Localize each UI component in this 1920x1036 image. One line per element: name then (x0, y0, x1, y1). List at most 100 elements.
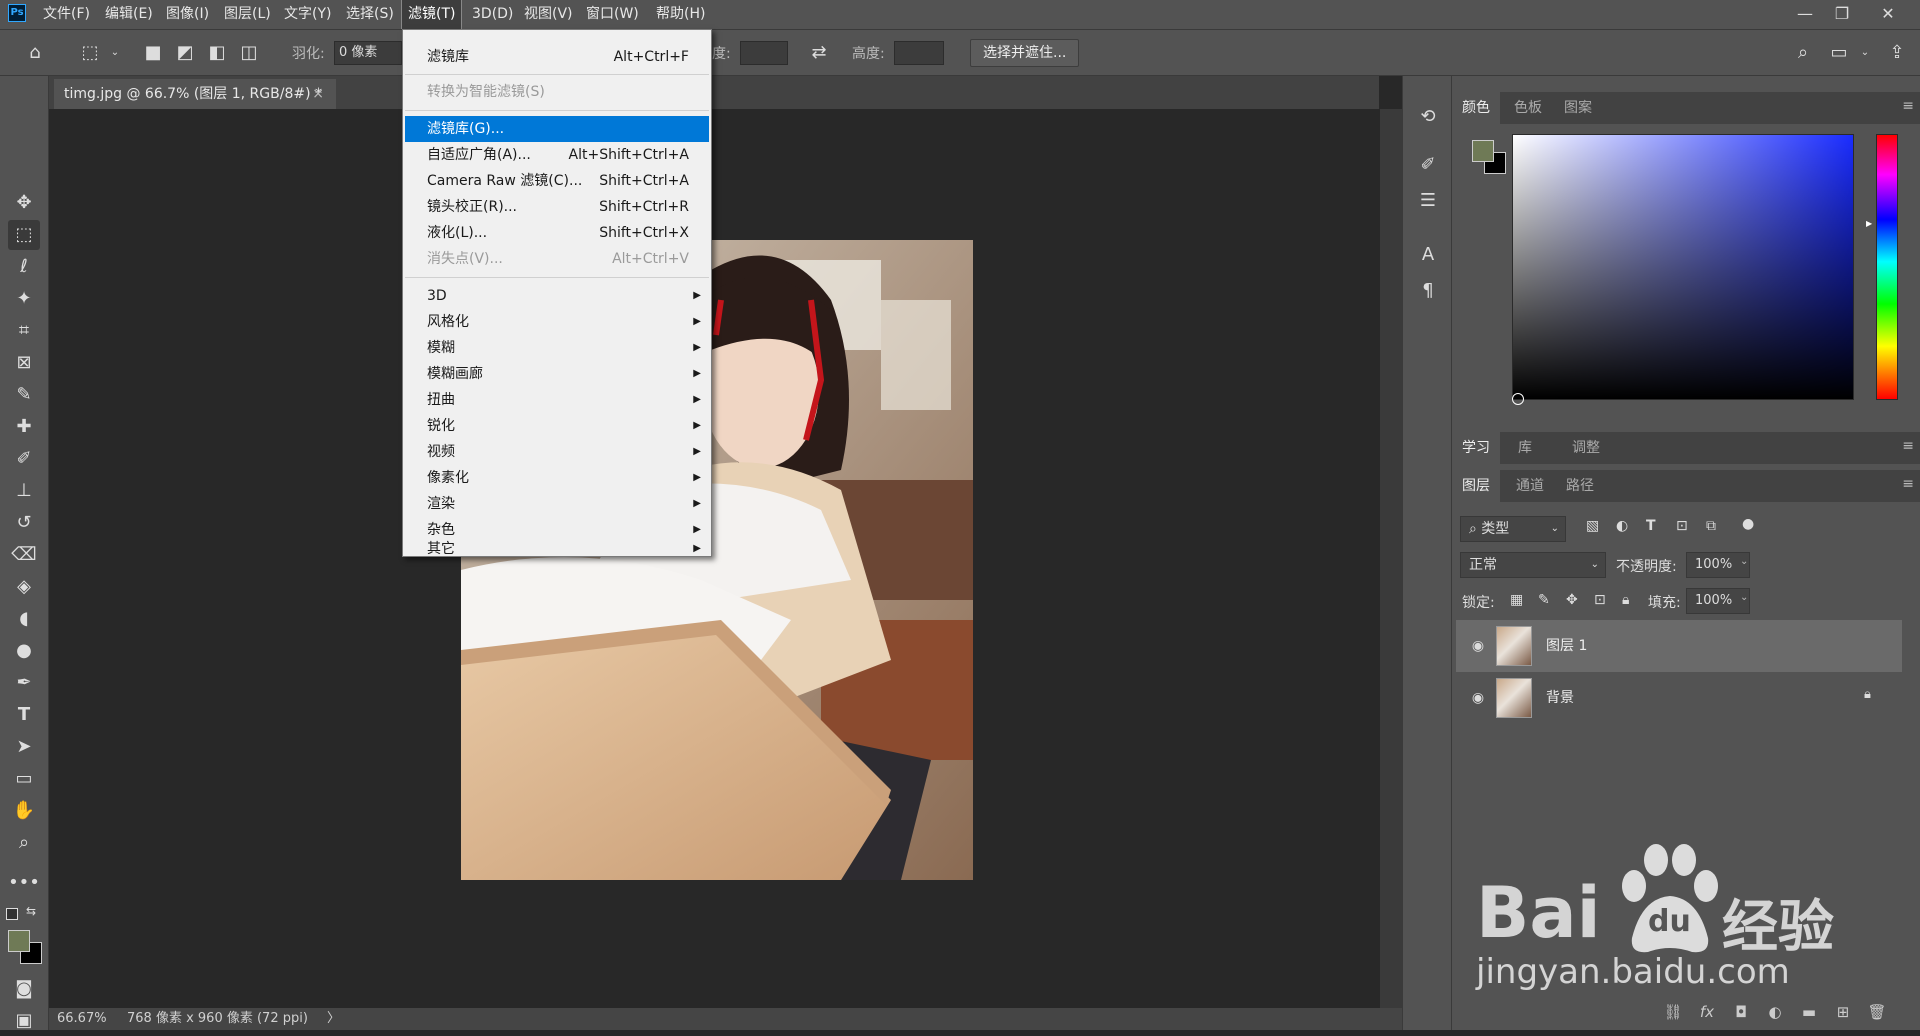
menu-filter[interactable]: 滤镜(T) (400, 0, 463, 30)
menu-image[interactable]: 图像(I) (160, 0, 215, 29)
lock-pixels-icon[interactable]: ✎ (1538, 592, 1550, 608)
lock-transparent-icon[interactable]: ▦ (1510, 592, 1523, 608)
hue-slider-handle-icon[interactable]: ▶ (1866, 219, 1872, 228)
swap-icon[interactable]: ⇄ (808, 42, 830, 64)
tab-libraries[interactable]: 库 (1508, 432, 1542, 464)
submenu-3d[interactable]: 3D ▶ (405, 283, 709, 309)
menu-window[interactable]: 窗口(W) (580, 0, 645, 29)
zoom-level[interactable]: 66.67% (57, 1008, 107, 1030)
new-layer-icon[interactable]: ⊞ (1832, 1001, 1854, 1023)
submenu-pixelate[interactable]: 像素化 ▶ (405, 465, 709, 491)
healing-brush-tool-icon[interactable]: ✚ (8, 412, 40, 442)
marquee-tool-icon[interactable]: ⬚ (8, 220, 40, 250)
visibility-eye-icon[interactable]: ◉ (1468, 688, 1488, 708)
panel-menu-icon[interactable]: ≡ (1902, 476, 1914, 492)
menu-type[interactable]: 文字(Y) (278, 0, 337, 29)
pen-tool-icon[interactable]: ✒ (8, 668, 40, 698)
submenu-render[interactable]: 渲染 ▶ (405, 491, 709, 517)
filter-gallery[interactable]: 滤镜库(G)... (405, 116, 709, 142)
tab-color[interactable]: 颜色 (1452, 92, 1500, 124)
submenu-noise[interactable]: 杂色 ▶ (405, 517, 709, 543)
eyedropper-tool-icon[interactable]: ✎ (8, 380, 40, 410)
magic-wand-tool-icon[interactable]: ✦ (8, 284, 40, 314)
tab-layers[interactable]: 图层 (1452, 470, 1500, 502)
new-selection-icon[interactable]: ■ (142, 42, 164, 64)
hand-tool-icon[interactable]: ✋ (8, 796, 40, 826)
rectangle-tool-icon[interactable]: ▭ (8, 764, 40, 794)
tab-swatches[interactable]: 色板 (1504, 92, 1552, 124)
hue-slider[interactable] (1876, 134, 1898, 400)
chevron-down-icon[interactable]: ⌄ (1740, 592, 1748, 603)
paint-bucket-tool-icon[interactable]: ◈ (8, 572, 40, 602)
menu-edit[interactable]: 编辑(E) (99, 0, 159, 29)
filter-smart-object-icon[interactable]: ⧉ (1706, 518, 1716, 534)
color-picker-field[interactable] (1512, 134, 1854, 400)
menu-select[interactable]: 选择(S) (340, 0, 400, 29)
menu-3d[interactable]: 3D(D) (466, 0, 519, 29)
new-group-icon[interactable]: ▬ (1798, 1001, 1820, 1023)
workspace-icon[interactable]: ▭ (1828, 42, 1850, 64)
width-input[interactable] (740, 41, 788, 65)
feather-input[interactable]: 0 像素 (334, 41, 402, 65)
workspace-chevron-icon[interactable]: ⌄ (1854, 42, 1876, 64)
color-panel-foreground-swatch[interactable] (1472, 140, 1494, 162)
submenu-sharpen[interactable]: 锐化 ▶ (405, 413, 709, 439)
add-mask-icon[interactable]: ◘ (1730, 1001, 1752, 1023)
path-selection-tool-icon[interactable]: ➤ (8, 732, 40, 762)
lens-correction[interactable]: 镜头校正(R)... Shift+Ctrl+R (405, 194, 709, 220)
blur-tool-icon[interactable]: ◖ (8, 604, 40, 634)
zoom-tool-icon[interactable]: ⌕ (8, 828, 40, 858)
color-picker-cursor[interactable] (1512, 393, 1524, 405)
filter-toggle-icon[interactable]: ● (1742, 516, 1754, 532)
lock-position-icon[interactable]: ✥ (1566, 592, 1578, 608)
screen-mode-icon[interactable]: ▣ (8, 1006, 40, 1036)
type-tool-icon[interactable]: T (8, 700, 40, 730)
status-menu-arrow[interactable]: 〉 (327, 1008, 340, 1030)
marquee-preset-icon[interactable]: ⬚ (75, 42, 105, 64)
submenu-distort[interactable]: 扭曲 ▶ (405, 387, 709, 413)
submenu-video[interactable]: 视频 ▶ (405, 439, 709, 465)
tab-learn[interactable]: 学习 (1452, 432, 1500, 464)
filter-type-icon[interactable]: T (1646, 518, 1656, 534)
tab-channels[interactable]: 通道 (1506, 470, 1554, 502)
lasso-tool-icon[interactable]: ℓ (8, 252, 40, 282)
history-panel-icon[interactable]: ⟲ (1413, 102, 1443, 132)
layer-name[interactable]: 图层 1 (1546, 635, 1587, 655)
lock-artboard-icon[interactable]: ⊡ (1594, 592, 1606, 608)
close-icon[interactable]: ✕ (1868, 0, 1908, 29)
vertical-scrollbar[interactable] (1380, 109, 1402, 1008)
brush-settings-icon[interactable]: ✐ (1413, 150, 1443, 180)
minimize-icon[interactable]: — (1785, 0, 1825, 29)
menu-help[interactable]: 帮助(H) (650, 0, 711, 29)
layer-filter-kind[interactable]: ⌕ 类型 ⌄ (1460, 516, 1566, 542)
history-brush-tool-icon[interactable]: ↺ (8, 508, 40, 538)
filter-pixel-icon[interactable]: ▧ (1586, 518, 1599, 534)
layer-row[interactable]: ◉ 图层 1 (1456, 620, 1902, 672)
filter-adjustment-icon[interactable]: ◐ (1616, 518, 1628, 534)
home-icon[interactable]: ⌂ (24, 42, 46, 64)
swap-colors-icon[interactable]: ⇆ (26, 904, 36, 918)
share-icon[interactable]: ⇪ (1886, 42, 1908, 64)
camera-raw-filter[interactable]: Camera Raw 滤镜(C)... Shift+Ctrl+A (405, 168, 709, 194)
menu-view[interactable]: 视图(V) (518, 0, 579, 29)
liquify[interactable]: 液化(L)... Shift+Ctrl+X (405, 220, 709, 246)
adjustment-layer-icon[interactable]: ◐ (1764, 1001, 1786, 1023)
frame-tool-icon[interactable]: ⊠ (8, 348, 40, 378)
crop-tool-icon[interactable]: ⌗ (8, 316, 40, 346)
submenu-blur-gallery[interactable]: 模糊画廊 ▶ (405, 361, 709, 387)
stamp-tool-icon[interactable]: ⊥ (8, 476, 40, 506)
chevron-down-icon[interactable]: ⌄ (104, 42, 126, 64)
quick-mask-icon[interactable]: ◙ (8, 974, 40, 1004)
submenu-blur[interactable]: 模糊 ▶ (405, 335, 709, 361)
tab-adjustments[interactable]: 调整 (1562, 432, 1610, 464)
tab-paths[interactable]: 路径 (1556, 470, 1604, 502)
move-tool-icon[interactable]: ✥ (8, 188, 40, 218)
properties-panel-icon[interactable]: ☰ (1413, 186, 1443, 216)
select-and-mask-button[interactable]: 选择并遮住... (970, 39, 1080, 67)
panel-menu-icon[interactable]: ≡ (1902, 98, 1914, 114)
character-panel-icon[interactable]: A (1413, 240, 1443, 270)
tab-patterns[interactable]: 图案 (1554, 92, 1602, 124)
submenu-stylize[interactable]: 风格化 ▶ (405, 309, 709, 335)
blend-mode-select[interactable]: 正常 ⌄ (1460, 552, 1606, 578)
delete-layer-icon[interactable]: 🗑︎ (1866, 1001, 1888, 1023)
